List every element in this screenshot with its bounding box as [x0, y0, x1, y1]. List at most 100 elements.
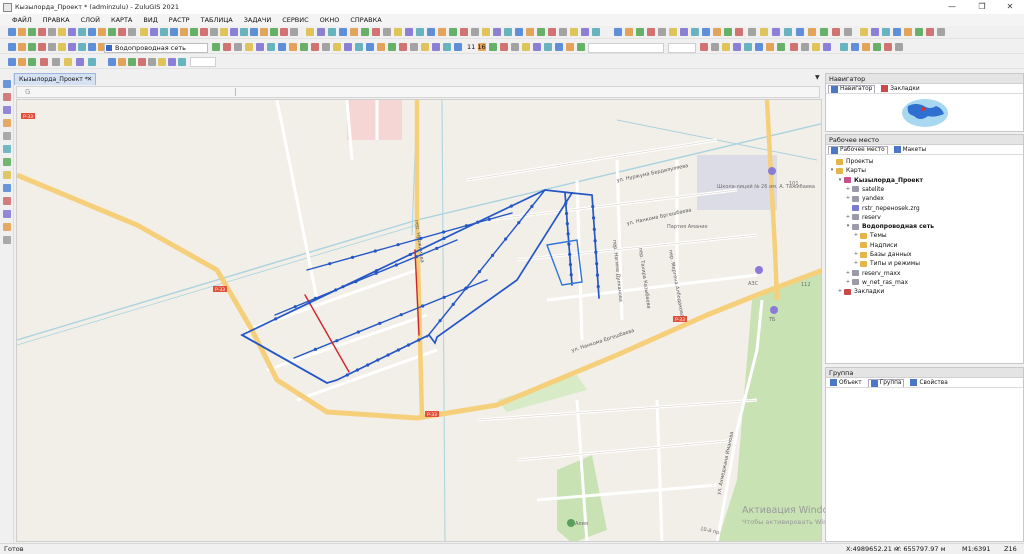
table-icon[interactable]	[559, 28, 567, 36]
menu-edit[interactable]: ПРАВКА	[43, 16, 70, 24]
tree-item[interactable]: + Типы и режимы	[853, 259, 920, 268]
undo-icon[interactable]	[68, 43, 76, 51]
layer-icon[interactable]	[713, 28, 721, 36]
help-icon[interactable]	[427, 28, 435, 36]
tree-item[interactable]: + reserv	[845, 213, 881, 222]
pipe-node[interactable]	[396, 348, 400, 352]
zoom-out-icon[interactable]	[3, 158, 11, 166]
table-icon[interactable]	[128, 58, 136, 66]
pipe-node[interactable]	[566, 232, 570, 236]
expand-icon[interactable]: +	[853, 259, 859, 268]
save-icon[interactable]	[28, 28, 36, 36]
layer-icon[interactable]	[240, 28, 248, 36]
menu-raster[interactable]: РАСТР	[169, 16, 190, 24]
layer-icon[interactable]	[98, 28, 106, 36]
pipe-node[interactable]	[442, 230, 446, 234]
new-file-icon[interactable]	[410, 43, 418, 51]
new-file-icon[interactable]	[851, 43, 859, 51]
pipe-node[interactable]	[293, 305, 297, 309]
pipe-node[interactable]	[591, 204, 595, 209]
pipe-node[interactable]	[476, 220, 480, 224]
redo-icon[interactable]	[766, 43, 774, 51]
pipe-node[interactable]	[464, 224, 469, 228]
expand-icon[interactable]: +	[837, 287, 843, 296]
tree-item[interactable]: ▾ Кызылорда_Проект	[837, 176, 923, 185]
pipe-node[interactable]	[594, 250, 598, 254]
tree-item[interactable]: + Темы	[853, 231, 887, 240]
pan-icon[interactable]	[3, 171, 11, 179]
tool-icon[interactable]	[280, 28, 288, 36]
zoom-icon[interactable]	[88, 43, 96, 51]
menu-map[interactable]: КАРТА	[111, 16, 132, 24]
pipe-node[interactable]	[374, 271, 378, 275]
help-icon[interactable]	[581, 28, 589, 36]
print-icon[interactable]	[884, 43, 892, 51]
paste-icon[interactable]	[200, 28, 208, 36]
close-button[interactable]: ✕	[996, 0, 1024, 14]
settings-icon[interactable]	[735, 28, 743, 36]
chevron-down-icon[interactable]: ▼	[815, 74, 820, 81]
pointer-icon[interactable]	[3, 80, 11, 88]
edit-icon[interactable]	[3, 119, 11, 127]
minimize-button[interactable]: —	[938, 0, 966, 14]
pipe-node[interactable]	[394, 263, 398, 267]
tool-icon[interactable]	[399, 43, 407, 51]
table-icon[interactable]	[724, 28, 732, 36]
settings-icon[interactable]	[377, 43, 385, 51]
address-bar[interactable]: G	[16, 86, 820, 98]
world-minimap[interactable]	[826, 94, 1024, 130]
undo-icon[interactable]	[76, 58, 84, 66]
print-icon[interactable]	[38, 43, 46, 51]
help-icon[interactable]	[823, 43, 831, 51]
pipe-node[interactable]	[517, 221, 521, 225]
table-icon[interactable]	[893, 28, 901, 36]
settings-icon[interactable]	[138, 58, 146, 66]
pipe-red[interactable]	[304, 294, 350, 373]
paste-icon[interactable]	[350, 28, 358, 36]
menu-help[interactable]: СПРАВКА	[350, 16, 381, 24]
save-icon[interactable]	[873, 43, 881, 51]
select-icon[interactable]	[3, 93, 11, 101]
map-canvas[interactable]: Р-33 Р-33 Р-33 Р-33 ул. Нуржума Бердилул…	[17, 100, 822, 542]
undo-icon[interactable]	[515, 28, 523, 36]
tree-item[interactable]: Надписи	[853, 241, 897, 250]
settings-icon[interactable]	[416, 28, 424, 36]
redo-icon[interactable]	[78, 43, 86, 51]
node-icon[interactable]	[3, 106, 11, 114]
tool-icon[interactable]	[592, 28, 600, 36]
undo-icon[interactable]	[210, 28, 218, 36]
expand-icon[interactable]: +	[845, 194, 851, 203]
maximize-button[interactable]: ❐	[968, 0, 996, 14]
print-icon[interactable]	[808, 28, 816, 36]
redo-icon[interactable]	[78, 28, 86, 36]
collapse-icon[interactable]: ▾	[829, 166, 835, 175]
pipe-node[interactable]	[530, 204, 534, 208]
flag-icon[interactable]	[3, 236, 11, 244]
open-folder-icon[interactable]	[862, 43, 870, 51]
help-icon[interactable]	[234, 43, 242, 51]
new-file-icon[interactable]	[449, 28, 457, 36]
zoom-in-icon[interactable]	[3, 145, 11, 153]
pipe-node[interactable]	[274, 317, 278, 321]
help-icon[interactable]	[555, 43, 563, 51]
zoom-icon[interactable]	[702, 28, 710, 36]
table-icon[interactable]	[250, 28, 258, 36]
copy-icon[interactable]	[493, 28, 501, 36]
expand-icon[interactable]: +	[853, 231, 859, 240]
paste-icon[interactable]	[669, 28, 677, 36]
pipe-loop[interactable]	[546, 239, 583, 286]
pipe-node[interactable]	[313, 347, 318, 351]
redo-icon[interactable]	[220, 28, 228, 36]
open-folder-icon[interactable]	[625, 28, 633, 36]
copy-icon[interactable]	[820, 28, 828, 36]
paste-icon[interactable]	[58, 43, 66, 51]
layer-icon[interactable]	[548, 28, 556, 36]
print-icon[interactable]	[289, 43, 297, 51]
layer-icon[interactable]	[882, 28, 890, 36]
tree-item[interactable]: + w_net_ras_max	[845, 278, 908, 287]
new-file-icon[interactable]	[772, 28, 780, 36]
menu-view[interactable]: ВИД	[143, 16, 157, 24]
copy-icon[interactable]	[658, 28, 666, 36]
layer-icon[interactable]	[355, 43, 363, 51]
pipe-node[interactable]	[366, 363, 370, 367]
